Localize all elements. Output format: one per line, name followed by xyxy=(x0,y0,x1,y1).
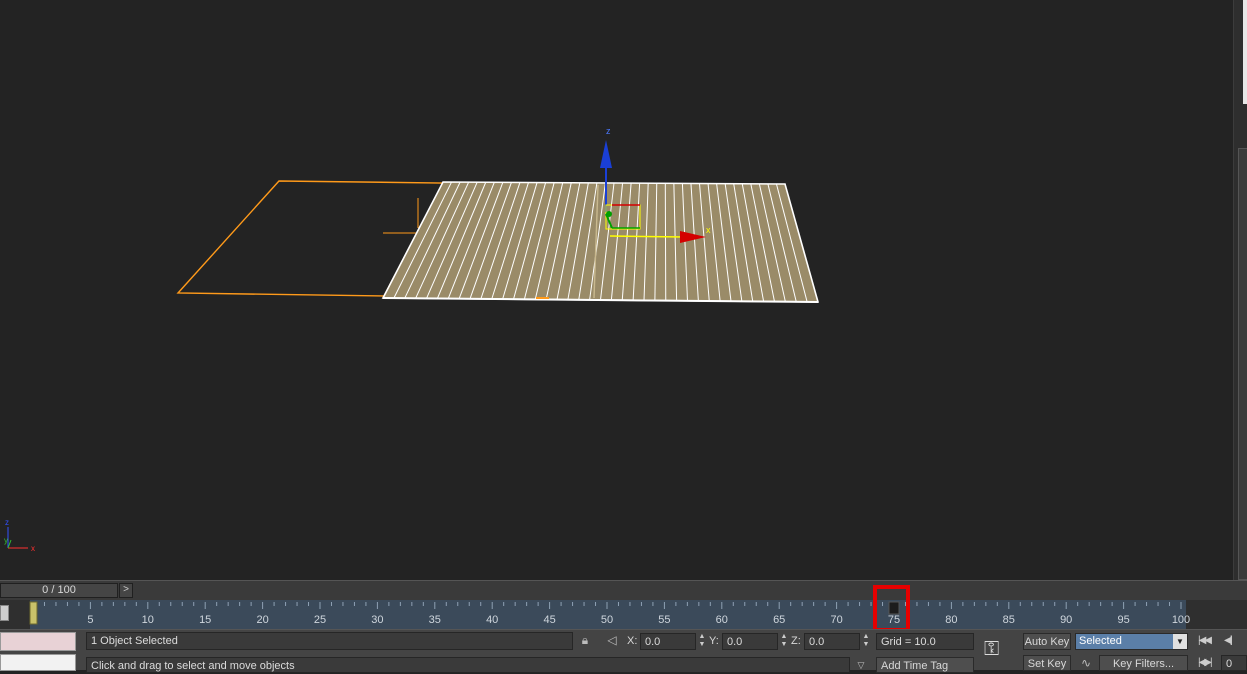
x-coordinate-field[interactable]: 0.0 xyxy=(640,633,696,650)
trackbar-tick-label: 20 xyxy=(256,614,268,626)
time-slider-bar[interactable]: 0 / 100 > xyxy=(0,580,1247,600)
trackbar-tick-label: 5 xyxy=(87,614,93,626)
key-selection-value: Selected xyxy=(1079,635,1122,647)
x-label: X: xyxy=(627,633,637,649)
trackbar-ticks xyxy=(33,602,1181,609)
set-key-button[interactable]: Set Key xyxy=(1023,655,1071,671)
trackbar-tick-label: 65 xyxy=(773,614,785,626)
trackbar-tick-label: 55 xyxy=(658,614,670,626)
previous-frame-icon[interactable]: ◀|| xyxy=(1224,633,1231,649)
z-label: Z: xyxy=(791,633,801,649)
y-coordinate-field[interactable]: 0.0 xyxy=(722,633,778,650)
z-spinner-icon[interactable]: ▲▼ xyxy=(862,633,870,649)
key-mode-toggle-icon[interactable]: |◀▶| xyxy=(1198,655,1211,671)
key-filters-button[interactable]: Key Filters... xyxy=(1099,655,1188,671)
trackbar-tick-label: 30 xyxy=(371,614,383,626)
trackbar-tick-label: 70 xyxy=(830,614,842,626)
y-label: Y: xyxy=(709,633,719,649)
maxscript-input-mini[interactable] xyxy=(0,654,76,671)
maxscript-listener-mini[interactable] xyxy=(0,632,76,651)
time-slider-handle[interactable]: 0 / 100 xyxy=(0,583,118,598)
gizmo-z-arrow[interactable] xyxy=(600,140,612,168)
current-frame-marker[interactable] xyxy=(30,602,37,624)
gizmo-z-label: z xyxy=(606,126,611,136)
next-frame-arrow-button[interactable]: > xyxy=(119,583,133,598)
y-spinner-icon[interactable]: ▲▼ xyxy=(780,633,788,649)
svg-text:z: z xyxy=(5,518,9,527)
viewport-scene: z x z y x xyxy=(0,0,1233,580)
open-mini-curve-editor-button[interactable] xyxy=(0,605,9,621)
command-panel-edge xyxy=(1233,0,1247,580)
gizmo-center xyxy=(606,211,612,217)
trackbar-tick-label: 100 xyxy=(1172,614,1190,626)
absolute-mode-transform-icon[interactable]: ◁ xyxy=(604,632,620,648)
status-bar: 1 Object Selected Click and drag to sele… xyxy=(0,629,1247,670)
selection-status: 1 Object Selected xyxy=(86,632,573,650)
command-panel-scrollbar[interactable] xyxy=(1238,148,1247,580)
x-spinner-icon[interactable]: ▲▼ xyxy=(698,633,706,649)
go-to-start-icon[interactable]: |◀◀ xyxy=(1198,633,1210,649)
current-frame-field[interactable]: 0 xyxy=(1221,655,1247,671)
trackbar-tick-label: 25 xyxy=(314,614,326,626)
selection-lock-icon[interactable]: 🔒︎ xyxy=(578,632,592,648)
trackbar-tick-label: 60 xyxy=(716,614,728,626)
gizmo-x-axis[interactable] xyxy=(610,236,684,237)
trackbar-tick-label: 40 xyxy=(486,614,498,626)
trackbar-tick-label: 80 xyxy=(945,614,957,626)
trackbar[interactable]: 5 10 15 20 25 30 35 40 45 50 55 60 65 70 75 80 85 90 95 100 xyxy=(0,600,1247,629)
trackbar-tick-label: 45 xyxy=(543,614,555,626)
add-time-tag-button[interactable]: Add Time Tag xyxy=(876,657,974,673)
z-coordinate-field[interactable]: 0.0 xyxy=(804,633,860,650)
chevron-down-icon[interactable]: ▼ xyxy=(1173,634,1187,649)
grid-size-display: Grid = 10.0 xyxy=(876,633,974,650)
key-selection-dropdown[interactable]: Selected ▼ xyxy=(1075,633,1188,650)
trackbar-ruler[interactable]: 5 10 15 20 25 30 35 40 45 50 55 60 65 70 75 80 85 90 95 100 xyxy=(0,600,1247,629)
trackbar-tick-label: 95 xyxy=(1117,614,1129,626)
panel-highlight xyxy=(1243,0,1247,104)
perspective-viewport[interactable]: z x z y x xyxy=(0,0,1233,580)
gizmo-x-label: x xyxy=(706,225,711,235)
svg-text:x: x xyxy=(31,544,35,553)
axis-tripod-icon: z y x xyxy=(4,518,35,553)
key-icon[interactable]: ⚿ xyxy=(984,638,999,661)
trackbar-tick-label: 15 xyxy=(199,614,211,626)
prompt-dropdown-icon[interactable]: ▽ xyxy=(854,657,868,673)
trackbar-tick-label: 85 xyxy=(1003,614,1015,626)
svg-text:y: y xyxy=(4,536,8,545)
trackbar-tick-label: 50 xyxy=(601,614,613,626)
animation-key-marker[interactable] xyxy=(889,602,899,614)
trackbar-tick-label: 35 xyxy=(429,614,441,626)
trackbar-tick-label: 10 xyxy=(142,614,154,626)
prompt-line: Click and drag to select and move object… xyxy=(86,657,850,673)
default-in-out-tangents-icon[interactable]: ∿ xyxy=(1075,655,1097,671)
trackbar-tick-label: 75 xyxy=(888,614,900,626)
auto-key-button[interactable]: Auto Key xyxy=(1023,633,1071,650)
trackbar-tick-label: 90 xyxy=(1060,614,1072,626)
